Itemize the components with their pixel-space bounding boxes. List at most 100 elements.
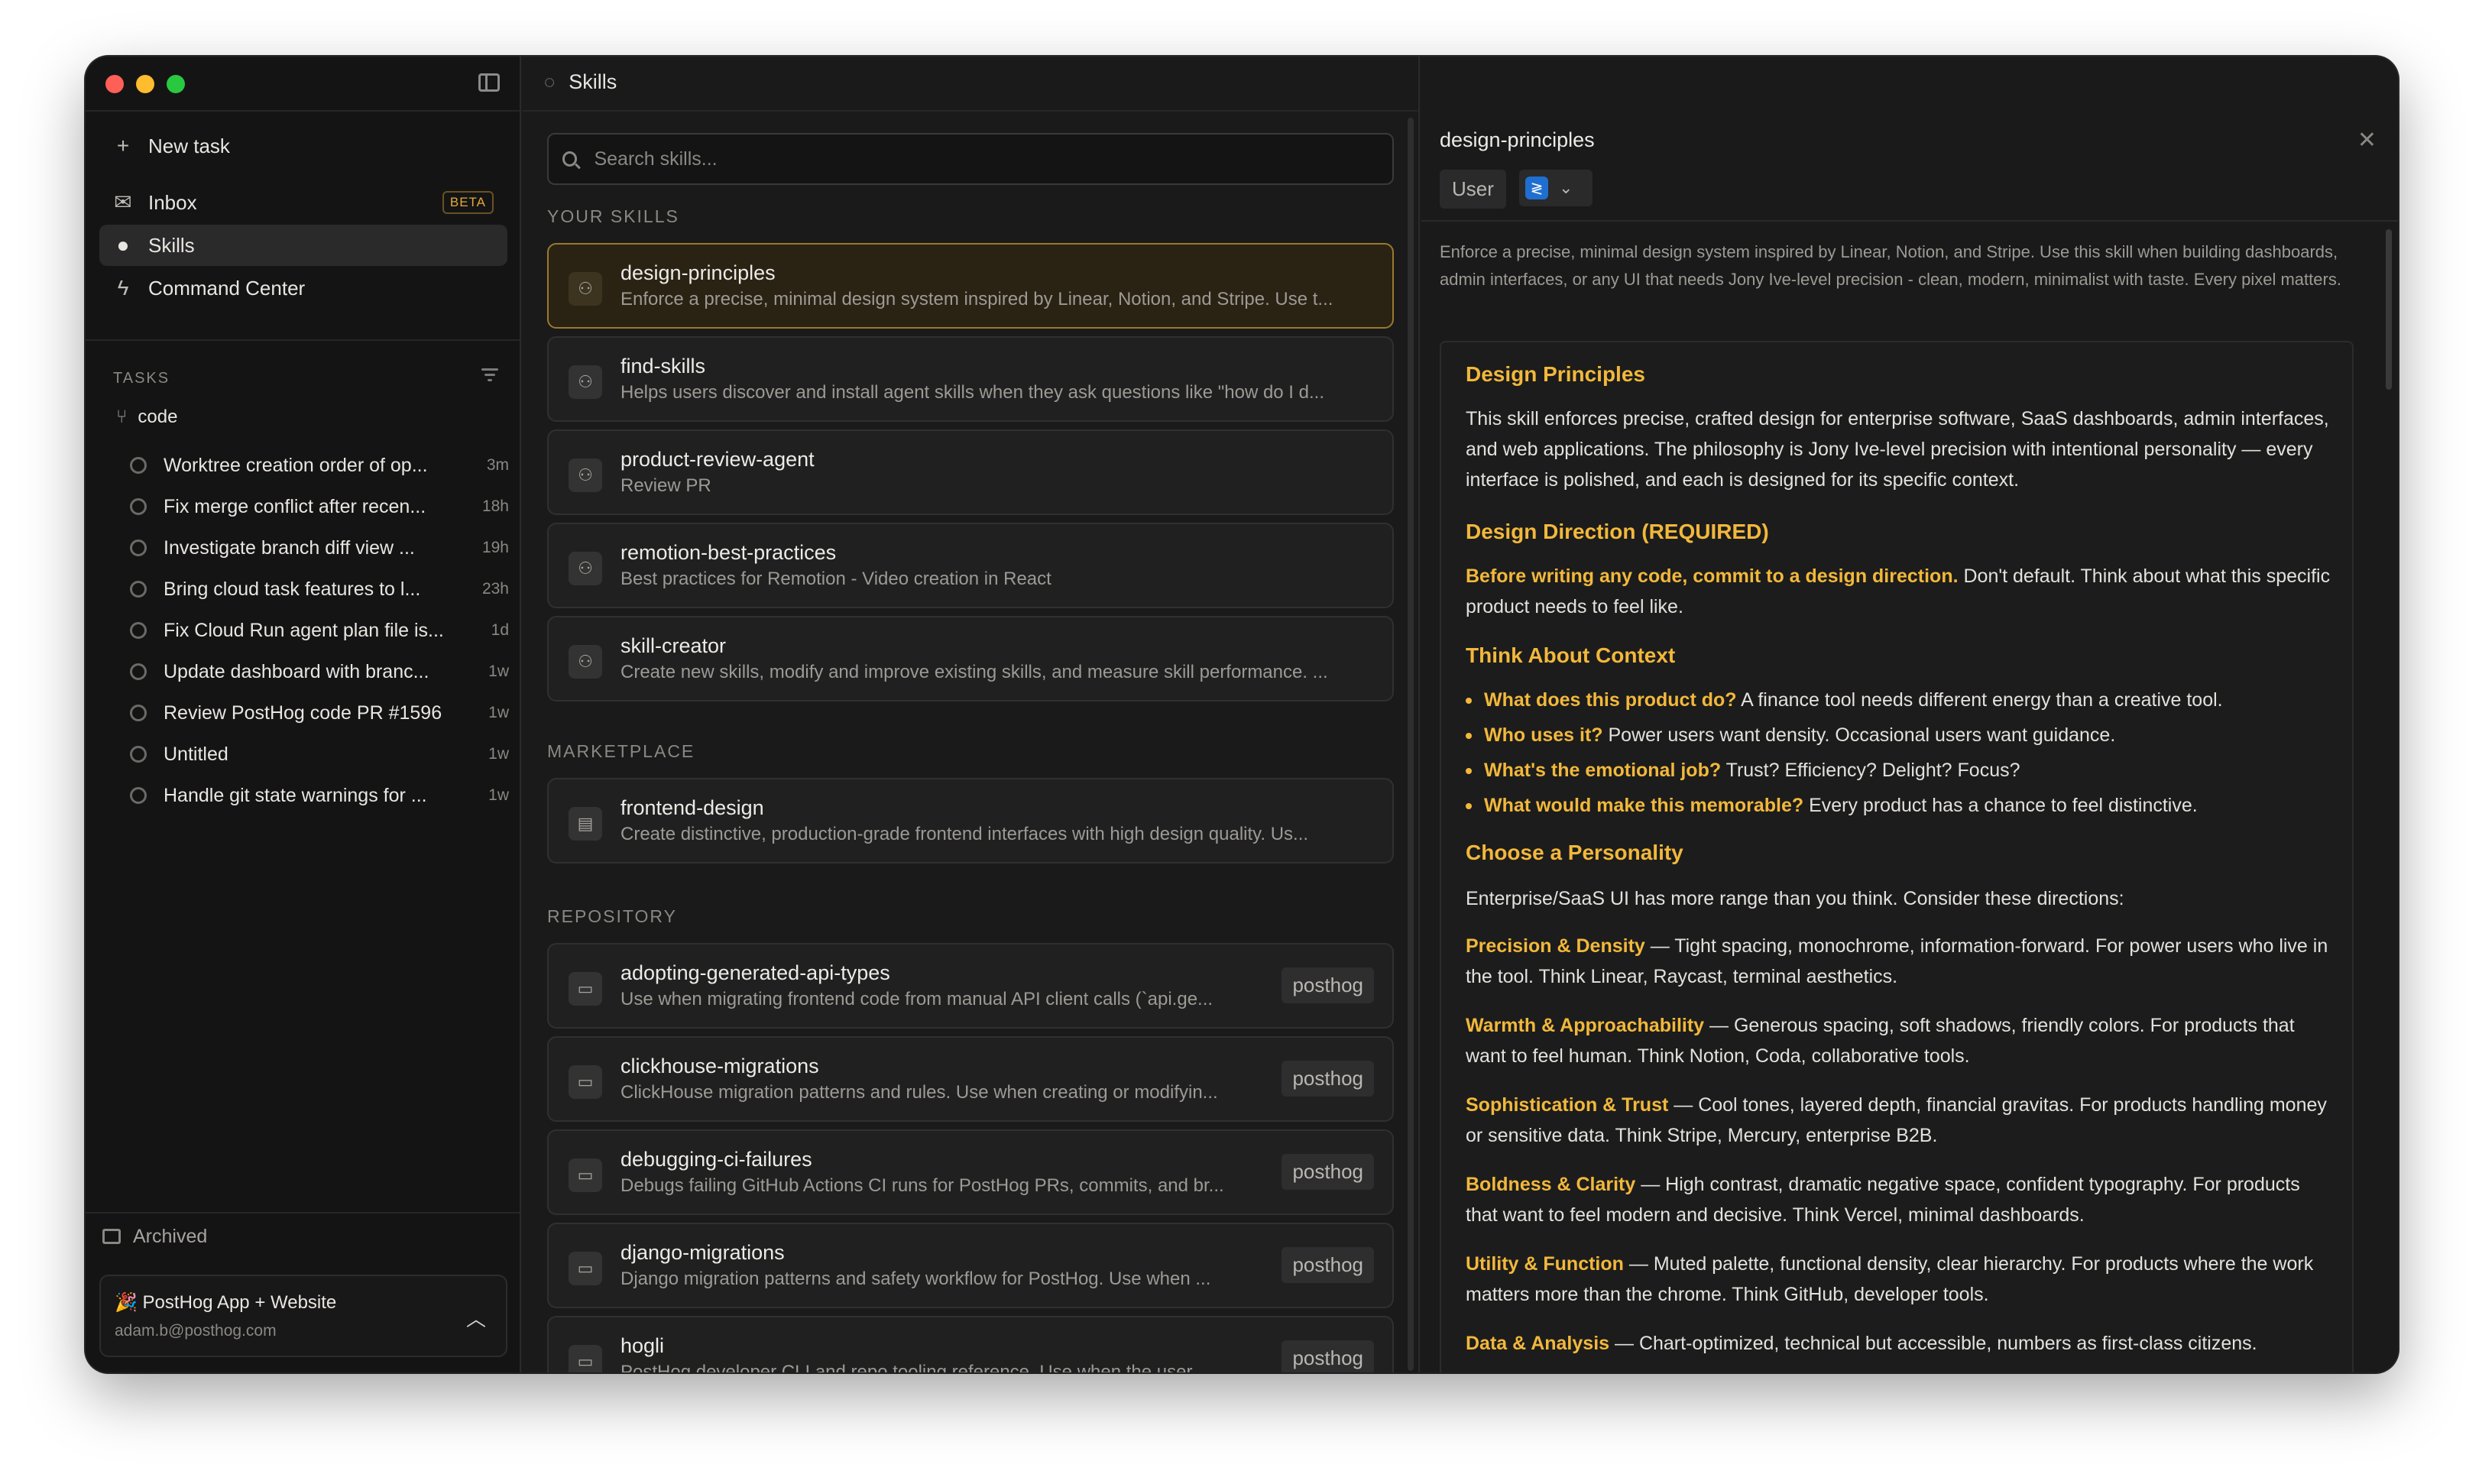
repo-tag: posthog xyxy=(1282,1340,1374,1372)
task-title: Worktree creation order of op... xyxy=(164,454,428,476)
chat-bubble-icon xyxy=(130,787,147,804)
bold-text: What would make this memorable? xyxy=(1484,795,1804,816)
workspace-name: 🎉 PostHog App + Website xyxy=(115,1292,337,1313)
bold-text: What does this product do? xyxy=(1484,689,1737,711)
bold-text: Data & Analysis xyxy=(1466,1333,1610,1354)
workspace-switcher[interactable]: 🎉 PostHog App + Website adam.b@posthog.c… xyxy=(99,1275,507,1357)
page-title: ◌ Skills xyxy=(544,70,617,94)
sidebar-item-command-center[interactable]: ϟ Command Center xyxy=(99,267,507,309)
bullet-item: Who uses it? Power users want density. O… xyxy=(1466,724,2115,747)
task-title: Review PostHog code PR #1596 xyxy=(164,701,442,724)
sidebar-item-skills[interactable]: ● Skills xyxy=(99,225,507,266)
task-title: Fix merge conflict after recen... xyxy=(164,495,426,517)
task-item[interactable]: Fix merge conflict after recen... 18h xyxy=(130,488,509,526)
folder-icon: ▭ xyxy=(569,1345,602,1372)
skill-name: remotion-best-practices xyxy=(620,541,837,564)
repo-tag: posthog xyxy=(1282,1154,1374,1190)
task-item[interactable]: Update dashboard with branc... 1w xyxy=(130,653,509,691)
chat-bubble-icon xyxy=(130,581,147,598)
person-icon: ⚇ xyxy=(569,365,602,399)
skill-description: Helps users discover and install agent s… xyxy=(620,382,1324,403)
skill-card[interactable]: ⚇ design-principles Enforce a precise, m… xyxy=(547,243,1394,329)
store-icon: ▤ xyxy=(569,807,602,841)
task-age: 23h xyxy=(481,580,509,598)
skill-card[interactable]: ⚇ remotion-best-practices Best practices… xyxy=(547,523,1394,608)
search-box[interactable] xyxy=(547,133,1394,185)
window-controls xyxy=(105,75,185,93)
archived-button[interactable]: Archived xyxy=(86,1212,520,1259)
skill-description: Create distinctive, production-grade fro… xyxy=(620,824,1309,844)
task-item[interactable]: Worktree creation order of op... 3m xyxy=(130,446,509,484)
scrollbar[interactable] xyxy=(1408,118,1414,1371)
task-item[interactable]: Untitled 1w xyxy=(130,735,509,773)
text-span: — Chart-optimized, technical but accessi… xyxy=(1609,1333,2257,1354)
text-span: Power users want density. Occasional use… xyxy=(1602,724,2116,746)
chat-bubble-icon xyxy=(130,663,147,680)
personality-item: Data & Analysis — Chart-optimized, techn… xyxy=(1466,1328,2337,1359)
page-title-label: Skills xyxy=(569,70,617,93)
task-item[interactable]: Handle git state warnings for ... 1w xyxy=(130,776,509,815)
close-window-button[interactable] xyxy=(105,75,124,93)
bullet-item: What does this product do? A finance too… xyxy=(1466,689,2223,711)
chat-bubble-icon xyxy=(130,622,147,639)
personality-item: Sophistication & Trust — Cool tones, lay… xyxy=(1466,1090,2337,1151)
skill-description: ClickHouse migration patterns and rules.… xyxy=(620,1082,1218,1103)
content-heading: Design Principles xyxy=(1466,362,1645,386)
new-task-label: New task xyxy=(148,134,230,157)
skill-card[interactable]: ▭ adopting-generated-api-types Use when … xyxy=(547,943,1394,1029)
person-icon: ⚇ xyxy=(569,272,602,306)
repo-tag: posthog xyxy=(1282,1061,1374,1097)
skill-name: product-review-agent xyxy=(620,448,815,471)
maximize-window-button[interactable] xyxy=(167,75,185,93)
skill-card[interactable]: ▭ debugging-ci-failures Debugs failing G… xyxy=(547,1129,1394,1215)
skill-card[interactable]: ▤ frontend-design Create distinctive, pr… xyxy=(547,778,1394,864)
bullet-item: What would make this memorable? Every pr… xyxy=(1466,795,2198,817)
bullet-dot xyxy=(1466,768,1472,775)
search-input[interactable] xyxy=(594,147,1392,170)
text-span: A finance tool needs different energy th… xyxy=(1736,689,2223,711)
divider xyxy=(523,110,1418,112)
task-age: 19h xyxy=(481,539,509,556)
scope-badge: User xyxy=(1440,170,1506,209)
archived-label: Archived xyxy=(133,1225,208,1247)
bold-text: Warmth & Approachability xyxy=(1466,1015,1705,1036)
skill-card[interactable]: ⚇ skill-creator Create new skills, modif… xyxy=(547,616,1394,701)
task-age: 1w xyxy=(488,786,509,804)
repo-group[interactable]: ⑂ code xyxy=(116,407,177,428)
skill-name: skill-creator xyxy=(620,634,727,657)
person-icon: ⚇ xyxy=(569,645,602,679)
task-item[interactable]: Investigate branch diff view ... 19h xyxy=(130,529,509,567)
marketplace-label: MARKETPLACE xyxy=(547,741,695,761)
repository-label: REPOSITORY xyxy=(547,906,677,926)
chat-bubble-icon xyxy=(130,457,147,474)
scrollbar[interactable] xyxy=(2386,229,2392,390)
skill-card[interactable]: ⚇ find-skills Helps users discover and i… xyxy=(547,336,1394,422)
text-span: Trust? Efficiency? Delight? Focus? xyxy=(1721,760,2020,781)
plus-icon: + xyxy=(116,134,130,157)
tasks-section-label: TASKS xyxy=(113,370,170,387)
new-task-button[interactable]: + New task xyxy=(99,125,507,167)
your-skills-label: YOUR SKILLS xyxy=(547,206,679,226)
task-item[interactable]: Review PostHog code PR #1596 1w xyxy=(130,694,509,732)
branch-icon: ⑂ xyxy=(116,407,128,427)
bullet-item: What's the emotional job? Trust? Efficie… xyxy=(1466,760,2020,782)
task-title: Fix Cloud Run agent plan file is... xyxy=(164,619,444,641)
close-icon[interactable]: ✕ xyxy=(2357,127,2377,154)
task-item[interactable]: Bring cloud task features to l... 23h xyxy=(130,570,509,608)
sidebar-item-inbox[interactable]: ✉ Inbox BETA xyxy=(99,182,507,223)
detail-description: Enforce a precise, minimal design system… xyxy=(1440,242,2341,289)
skill-card[interactable]: ▭ clickhouse-migrations ClickHouse migra… xyxy=(547,1036,1394,1122)
skill-card[interactable]: ⚇ product-review-agent Review PR xyxy=(547,429,1394,515)
chat-bubble-icon xyxy=(130,539,147,556)
skill-card[interactable]: ▭ hogli PostHog developer CLI and repo t… xyxy=(547,1316,1394,1372)
sidebar-toggle-icon[interactable] xyxy=(478,73,500,92)
bold-text: Sophistication & Trust xyxy=(1466,1094,1669,1116)
skill-card[interactable]: ▭ django-migrations Django migration pat… xyxy=(547,1223,1394,1308)
divider xyxy=(86,339,520,341)
filter-icon[interactable] xyxy=(481,368,498,384)
minimize-window-button[interactable] xyxy=(136,75,154,93)
skill-description: Best practices for Remotion - Video crea… xyxy=(620,569,1051,589)
personality-item: Utility & Function — Muted palette, func… xyxy=(1466,1249,2337,1310)
task-item[interactable]: Fix Cloud Run agent plan file is... 1d xyxy=(130,611,509,650)
open-in-app-dropdown[interactable]: ≷ ⌄ xyxy=(1519,170,1593,206)
